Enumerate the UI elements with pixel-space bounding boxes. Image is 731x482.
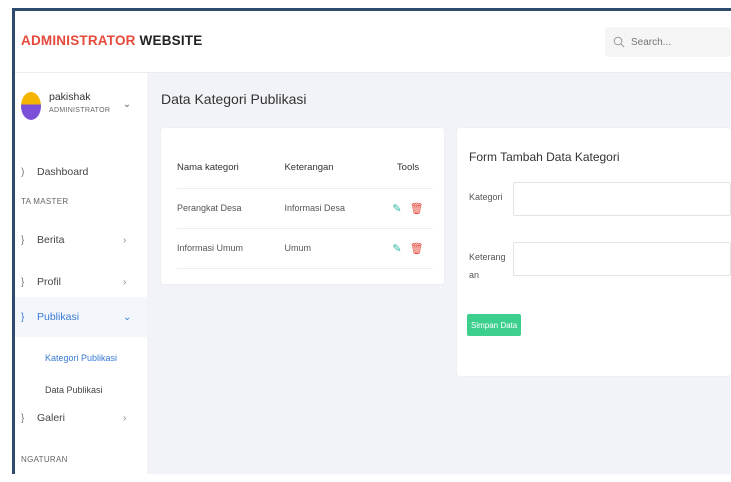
sidebar-item-berita[interactable]: } Berita › [15,229,147,251]
kategori-input[interactable] [513,182,731,216]
main-content: Data Kategori Publikasi Nama kategori Ke… [147,73,731,474]
avatar [21,92,41,120]
sidebar-item-label: Galeri [37,412,66,424]
sidebar-item-galeri[interactable]: } Galeri › [15,407,147,429]
sidebar-item-publikasi[interactable]: } Publikasi ⌄ [15,297,147,337]
keterangan-input[interactable] [513,242,731,276]
keterangan-label-line2: an [469,270,480,280]
user-name: pakishak [49,91,91,103]
category-table: Nama kategori Keterangan Tools Perangkat… [177,148,433,269]
table-cell-tools: ✎ 🗑 [383,228,433,269]
kategori-label: Kategori [469,192,503,202]
sidebar-item-label: Publikasi [37,311,80,323]
trash-icon[interactable]: 🗑 [410,203,424,215]
sidebar-item-profil[interactable]: } Profil › [15,271,147,293]
search-icon [613,36,625,48]
dashboard-icon: ) [21,166,25,178]
sidebar-subitem-kategori-publikasi[interactable]: Kategori Publikasi [45,353,117,363]
sidebar-item-label: Dashboard [37,166,89,178]
column-header-nama: Nama kategori [177,148,285,189]
keterangan-label-line1: Keterang [469,252,506,262]
search-input[interactable] [631,36,721,48]
table-cell: Informasi Umum [177,228,285,269]
column-header-keterangan: Keterangan [284,148,383,189]
page-title: Data Kategori Publikasi [161,91,307,107]
category-table-card: Nama kategori Keterangan Tools Perangkat… [161,128,444,284]
column-header-tools: Tools [383,148,433,189]
table-cell-tools: ✎ 🗑 [383,188,433,229]
table-cell: Perangkat Desa [177,188,285,229]
sidebar-item-dashboard[interactable]: ) Dashboard [15,161,147,183]
brand-rest-text: WEBSITE [135,33,203,48]
form-title: Form Tambah Data Kategori [469,150,620,164]
sidebar-section-pengaturan: NGATURAN [21,455,68,464]
table-header-row: Nama kategori Keterangan Tools [177,148,433,189]
app-window: ADMINISTRATOR WEBSITE pakishak ADMINISTR… [12,8,731,474]
brand-logo[interactable]: ADMINISTRATOR WEBSITE [21,33,202,48]
sidebar-section-master: TA MASTER [21,197,69,206]
add-category-form-card: Form Tambah Data Kategori Kategori Keter… [457,128,731,376]
chevron-right-icon: › [123,412,127,424]
edit-icon[interactable]: ✎ [392,243,401,255]
brand-accent-text: ADMINISTRATOR [21,33,136,48]
top-header: ADMINISTRATOR WEBSITE [15,11,731,73]
user-panel[interactable]: pakishak ADMINISTRATOR ⌄ [15,73,147,139]
profile-icon: } [21,276,25,288]
gallery-icon: } [21,412,25,424]
save-button[interactable]: Simpan Data [467,314,522,336]
sidebar-item-label: Profil [37,276,61,288]
publication-icon: } [21,311,25,323]
sidebar-subitem-data-publikasi[interactable]: Data Publikasi [45,385,103,395]
table-row: Perangkat Desa Informasi Desa ✎ 🗑 [177,188,433,229]
sidebar: pakishak ADMINISTRATOR ⌄ ) Dashboard TA … [15,73,147,474]
chevron-right-icon: › [123,276,127,288]
edit-icon[interactable]: ✎ [392,203,401,215]
table-cell: Umum [284,228,383,269]
chevron-down-icon[interactable]: ⌄ [121,99,133,111]
search-box[interactable] [605,27,731,57]
trash-icon[interactable]: 🗑 [410,243,424,255]
table-cell: Informasi Desa [284,188,383,229]
user-role: ADMINISTRATOR [49,107,111,114]
table-row: Informasi Umum Umum ✎ 🗑 [177,228,433,269]
sidebar-item-label: Berita [37,234,65,246]
chevron-right-icon: › [123,234,127,246]
chevron-down-icon: ⌄ [123,311,132,323]
news-icon: } [21,234,25,246]
